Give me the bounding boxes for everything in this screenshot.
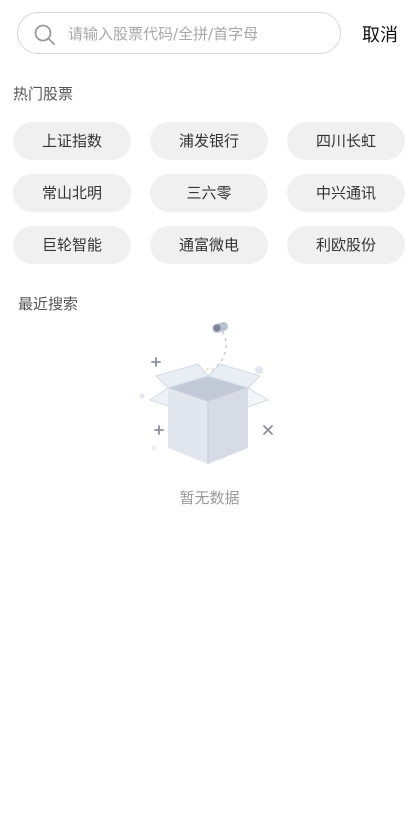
search-bar: 取消	[17, 12, 407, 56]
hot-stock-chip[interactable]: 上证指数	[13, 122, 131, 160]
hot-stock-chip[interactable]: 利欧股份	[287, 226, 405, 264]
hot-stock-chip[interactable]: 常山北明	[13, 174, 131, 212]
hot-stocks-title: 热门股票	[13, 85, 74, 103]
hot-stock-chip[interactable]: 中兴通讯	[287, 174, 405, 212]
empty-state-text: 暂无数据	[179, 489, 240, 507]
cancel-button[interactable]: 取消	[362, 21, 398, 47]
search-icon	[34, 24, 55, 45]
search-input[interactable]	[68, 21, 328, 47]
hot-stock-chip[interactable]: 四川长虹	[287, 122, 405, 160]
hot-stock-chip[interactable]: 通富微电	[150, 226, 268, 264]
hot-stock-chip[interactable]: 三六零	[150, 174, 268, 212]
hot-stock-chip[interactable]: 浦发银行	[150, 122, 268, 160]
recent-search-title: 最近搜索	[18, 295, 79, 313]
hot-stock-chip[interactable]: 巨轮智能	[13, 226, 131, 264]
search-box[interactable]	[17, 12, 341, 54]
empty-box-icon	[139, 322, 273, 464]
